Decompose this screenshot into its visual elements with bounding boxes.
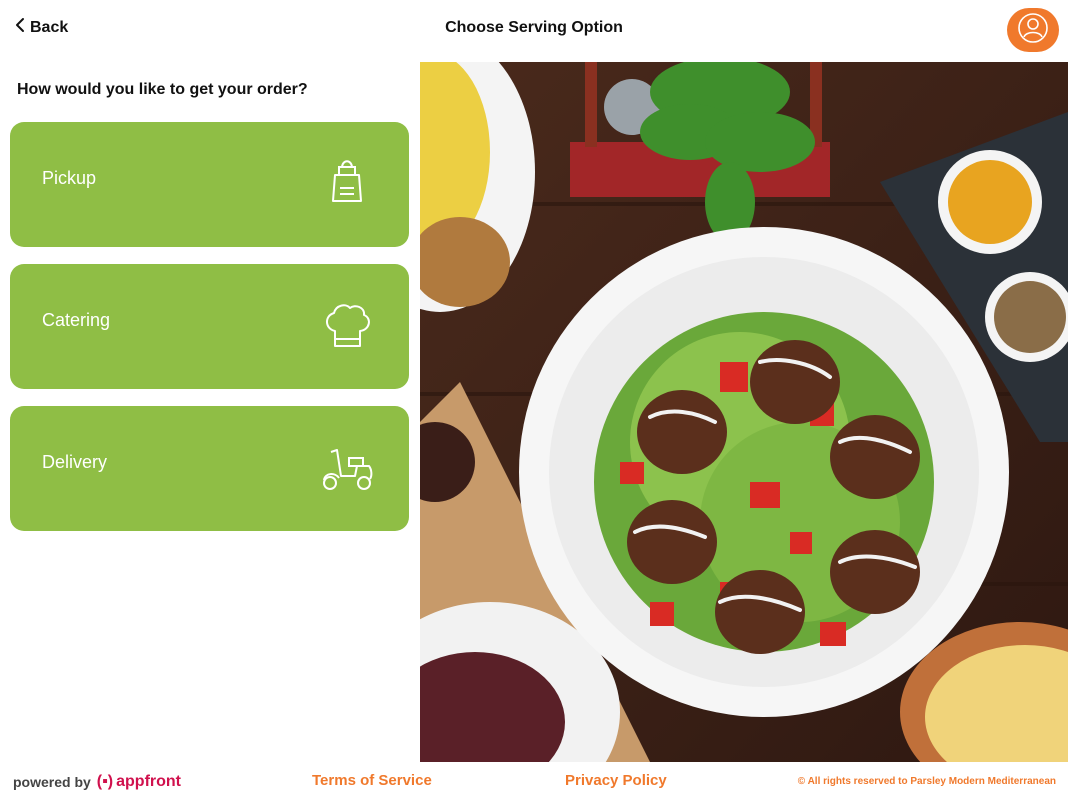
serving-options-panel: How would you like to get your order? Pi… xyxy=(0,62,420,762)
option-label: Catering xyxy=(42,310,111,330)
page-title: Choose Serving Option xyxy=(445,19,623,36)
chef-hat-icon xyxy=(315,294,379,358)
pickup-option-button[interactable]: Pickup xyxy=(10,122,409,247)
appfront-logo-icon: (▪) xyxy=(96,773,114,790)
privacy-policy-link[interactable]: Privacy Policy xyxy=(565,772,667,789)
option-label: Pickup xyxy=(42,168,97,188)
catering-option-button[interactable]: Catering xyxy=(10,264,409,389)
user-icon xyxy=(1017,12,1049,49)
shopping-bag-icon xyxy=(315,152,379,216)
appfront-logo[interactable]: (▪) appfront xyxy=(97,773,181,791)
profile-button[interactable] xyxy=(1007,8,1059,52)
terms-of-service-link[interactable]: Terms of Service xyxy=(312,772,432,789)
powered-by-label: powered by xyxy=(13,774,91,790)
food-photo xyxy=(420,62,1068,762)
delivery-option-button[interactable]: Delivery xyxy=(10,406,409,531)
question-heading: How would you like to get your order? xyxy=(17,81,308,98)
footer-bar: powered by (▪) appfront Terms of Service… xyxy=(0,762,1068,800)
header-bar: Back Choose Serving Option xyxy=(0,0,1068,62)
option-label: Delivery xyxy=(42,452,108,472)
scooter-icon xyxy=(315,436,379,500)
powered-by: powered by (▪) appfront xyxy=(13,773,181,791)
appfront-brand-name: appfront xyxy=(116,773,181,790)
copyright-text: © All rights reserved to Parsley Modern … xyxy=(797,776,1056,787)
